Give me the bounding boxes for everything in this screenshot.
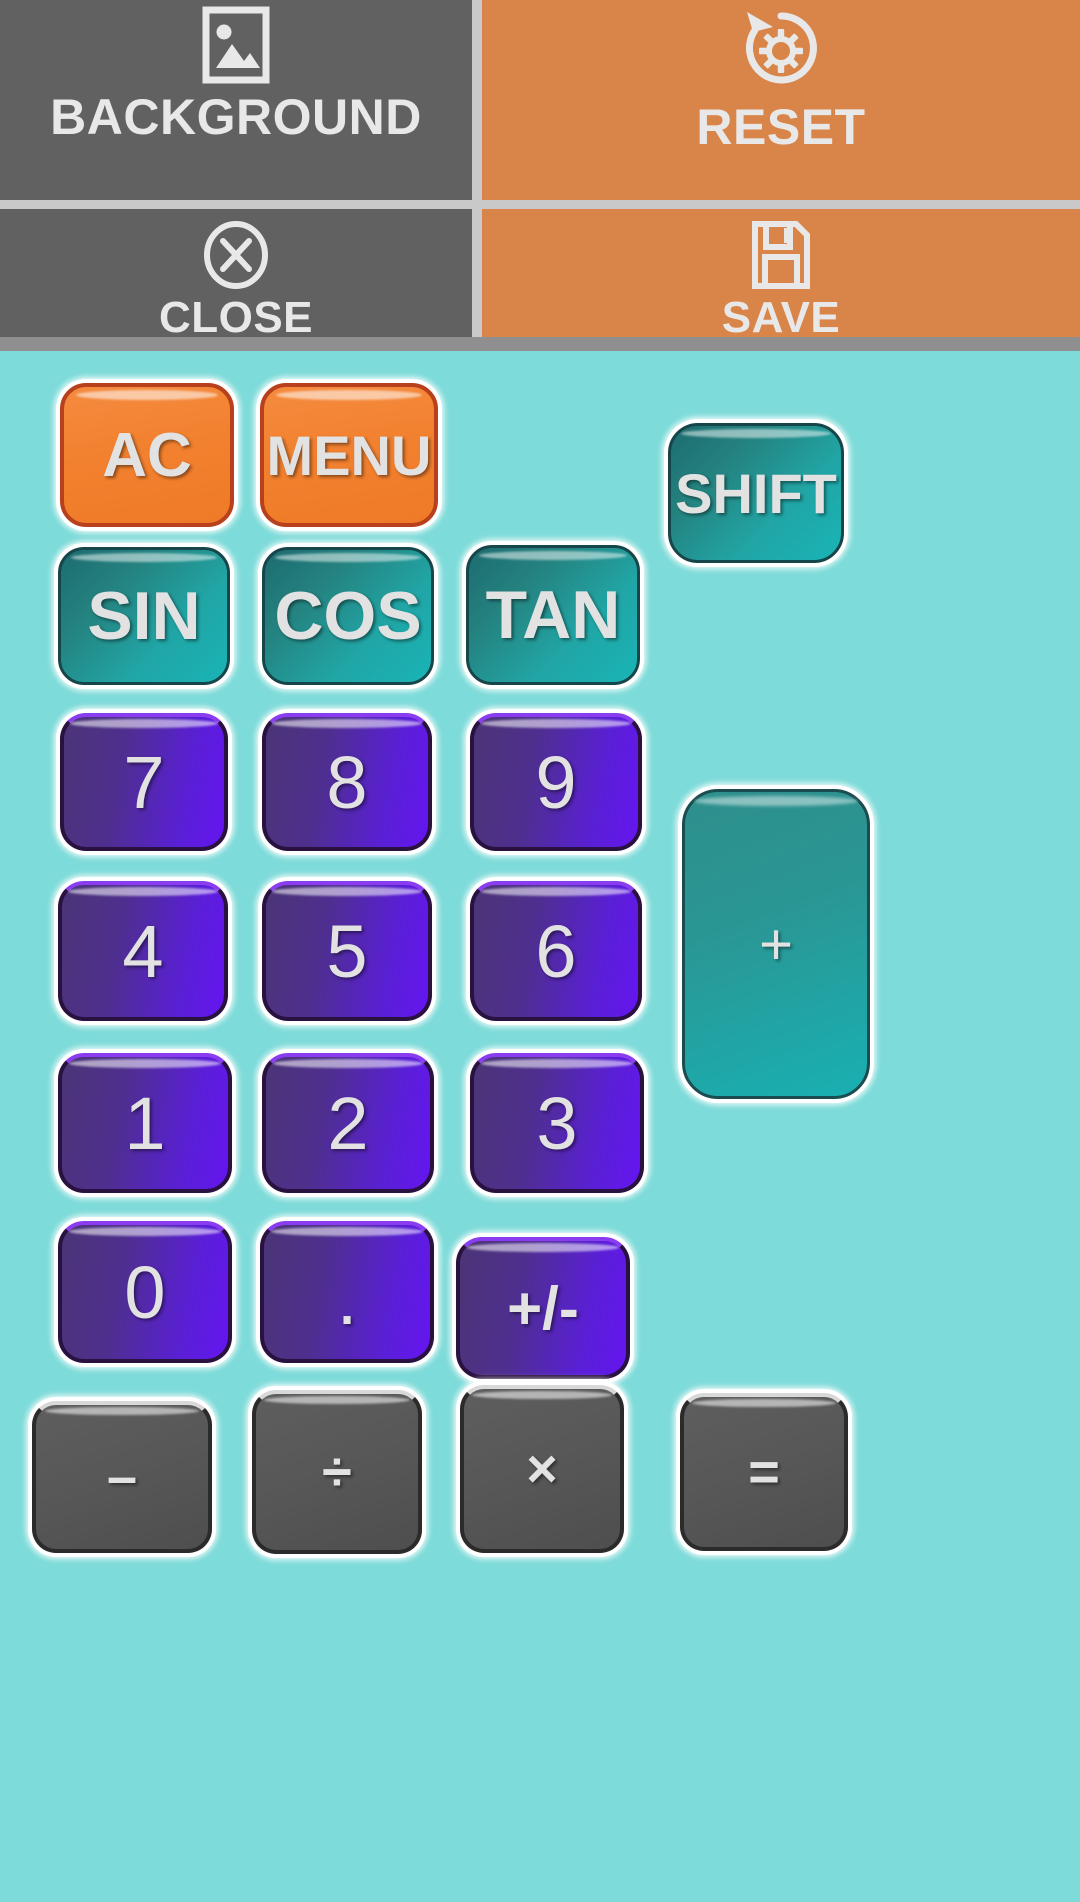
reset-label: RESET — [696, 99, 866, 155]
key-plus[interactable]: + — [682, 789, 870, 1099]
key-divide-wrap: ÷ — [248, 1386, 426, 1558]
close-button[interactable]: CLOSE — [0, 209, 472, 337]
key-minus-wrap: – — [28, 1397, 216, 1557]
key-4-wrap: 4 — [54, 877, 232, 1025]
key-minus[interactable]: – — [32, 1401, 212, 1553]
reset-button[interactable]: RESET — [482, 0, 1080, 200]
close-label: CLOSE — [158, 293, 314, 337]
key-multiply-wrap: × — [456, 1381, 628, 1557]
key-plusminus-wrap: +/- — [452, 1233, 634, 1383]
key-tan[interactable]: TAN — [466, 545, 640, 685]
customization-toolbar: BACKGROUND RESET CLOSE SAVE — [0, 0, 1080, 337]
key-9-wrap: 9 — [466, 709, 646, 855]
key-tan-wrap: TAN — [462, 541, 644, 689]
key-cos-wrap: COS — [258, 543, 438, 689]
key-5-wrap: 5 — [258, 877, 436, 1025]
key-6[interactable]: 6 — [470, 881, 642, 1021]
key-cos[interactable]: COS — [262, 547, 434, 685]
key-divide[interactable]: ÷ — [252, 1390, 422, 1554]
key-1-wrap: 1 — [54, 1049, 236, 1197]
key-7-wrap: 7 — [56, 709, 232, 855]
key-7[interactable]: 7 — [60, 713, 228, 851]
key-8[interactable]: 8 — [262, 713, 432, 851]
calculator-keypad: AC MENU SHIFT SIN COS TAN 7 8 9 + 4 5 6 … — [0, 351, 1080, 1902]
key-dot-wrap: . — [256, 1217, 438, 1367]
key-ac[interactable]: AC — [60, 383, 234, 527]
key-5[interactable]: 5 — [262, 881, 432, 1021]
key-3-wrap: 3 — [466, 1049, 648, 1197]
floppy-save-icon — [750, 219, 812, 291]
key-ac-wrap: AC — [56, 379, 238, 531]
key-3[interactable]: 3 — [470, 1053, 644, 1193]
background-button[interactable]: BACKGROUND — [0, 0, 472, 200]
calculator-screen: BACKGROUND RESET CLOSE SAVE AC MENU SHIF… — [0, 0, 1080, 1902]
key-2-wrap: 2 — [258, 1049, 438, 1197]
key-equals[interactable]: = — [680, 1393, 848, 1551]
key-shift-wrap: SHIFT — [664, 419, 848, 567]
key-0-wrap: 0 — [54, 1217, 236, 1367]
key-8-wrap: 8 — [258, 709, 436, 855]
key-1[interactable]: 1 — [58, 1053, 232, 1193]
reset-gear-icon — [735, 6, 827, 90]
key-plus-minus[interactable]: +/- — [456, 1237, 630, 1379]
key-4[interactable]: 4 — [58, 881, 228, 1021]
save-label: SAVE — [721, 293, 841, 337]
toolbar-divider-strip — [0, 337, 1080, 351]
close-circle-icon — [200, 219, 272, 291]
key-sin-wrap: SIN — [54, 543, 234, 689]
key-decimal-point[interactable]: . — [260, 1221, 434, 1363]
key-9[interactable]: 9 — [470, 713, 642, 851]
key-plus-wrap: + — [678, 785, 874, 1103]
key-sin[interactable]: SIN — [58, 547, 230, 685]
image-icon — [202, 6, 270, 84]
key-equals-wrap: = — [676, 1389, 852, 1555]
key-6-wrap: 6 — [466, 877, 646, 1025]
save-button[interactable]: SAVE — [482, 209, 1080, 337]
key-shift[interactable]: SHIFT — [668, 423, 844, 563]
key-0[interactable]: 0 — [58, 1221, 232, 1363]
key-multiply[interactable]: × — [460, 1385, 624, 1553]
background-label: BACKGROUND — [50, 89, 422, 145]
key-menu[interactable]: MENU — [260, 383, 438, 527]
key-2[interactable]: 2 — [262, 1053, 434, 1193]
key-menu-wrap: MENU — [256, 379, 442, 531]
